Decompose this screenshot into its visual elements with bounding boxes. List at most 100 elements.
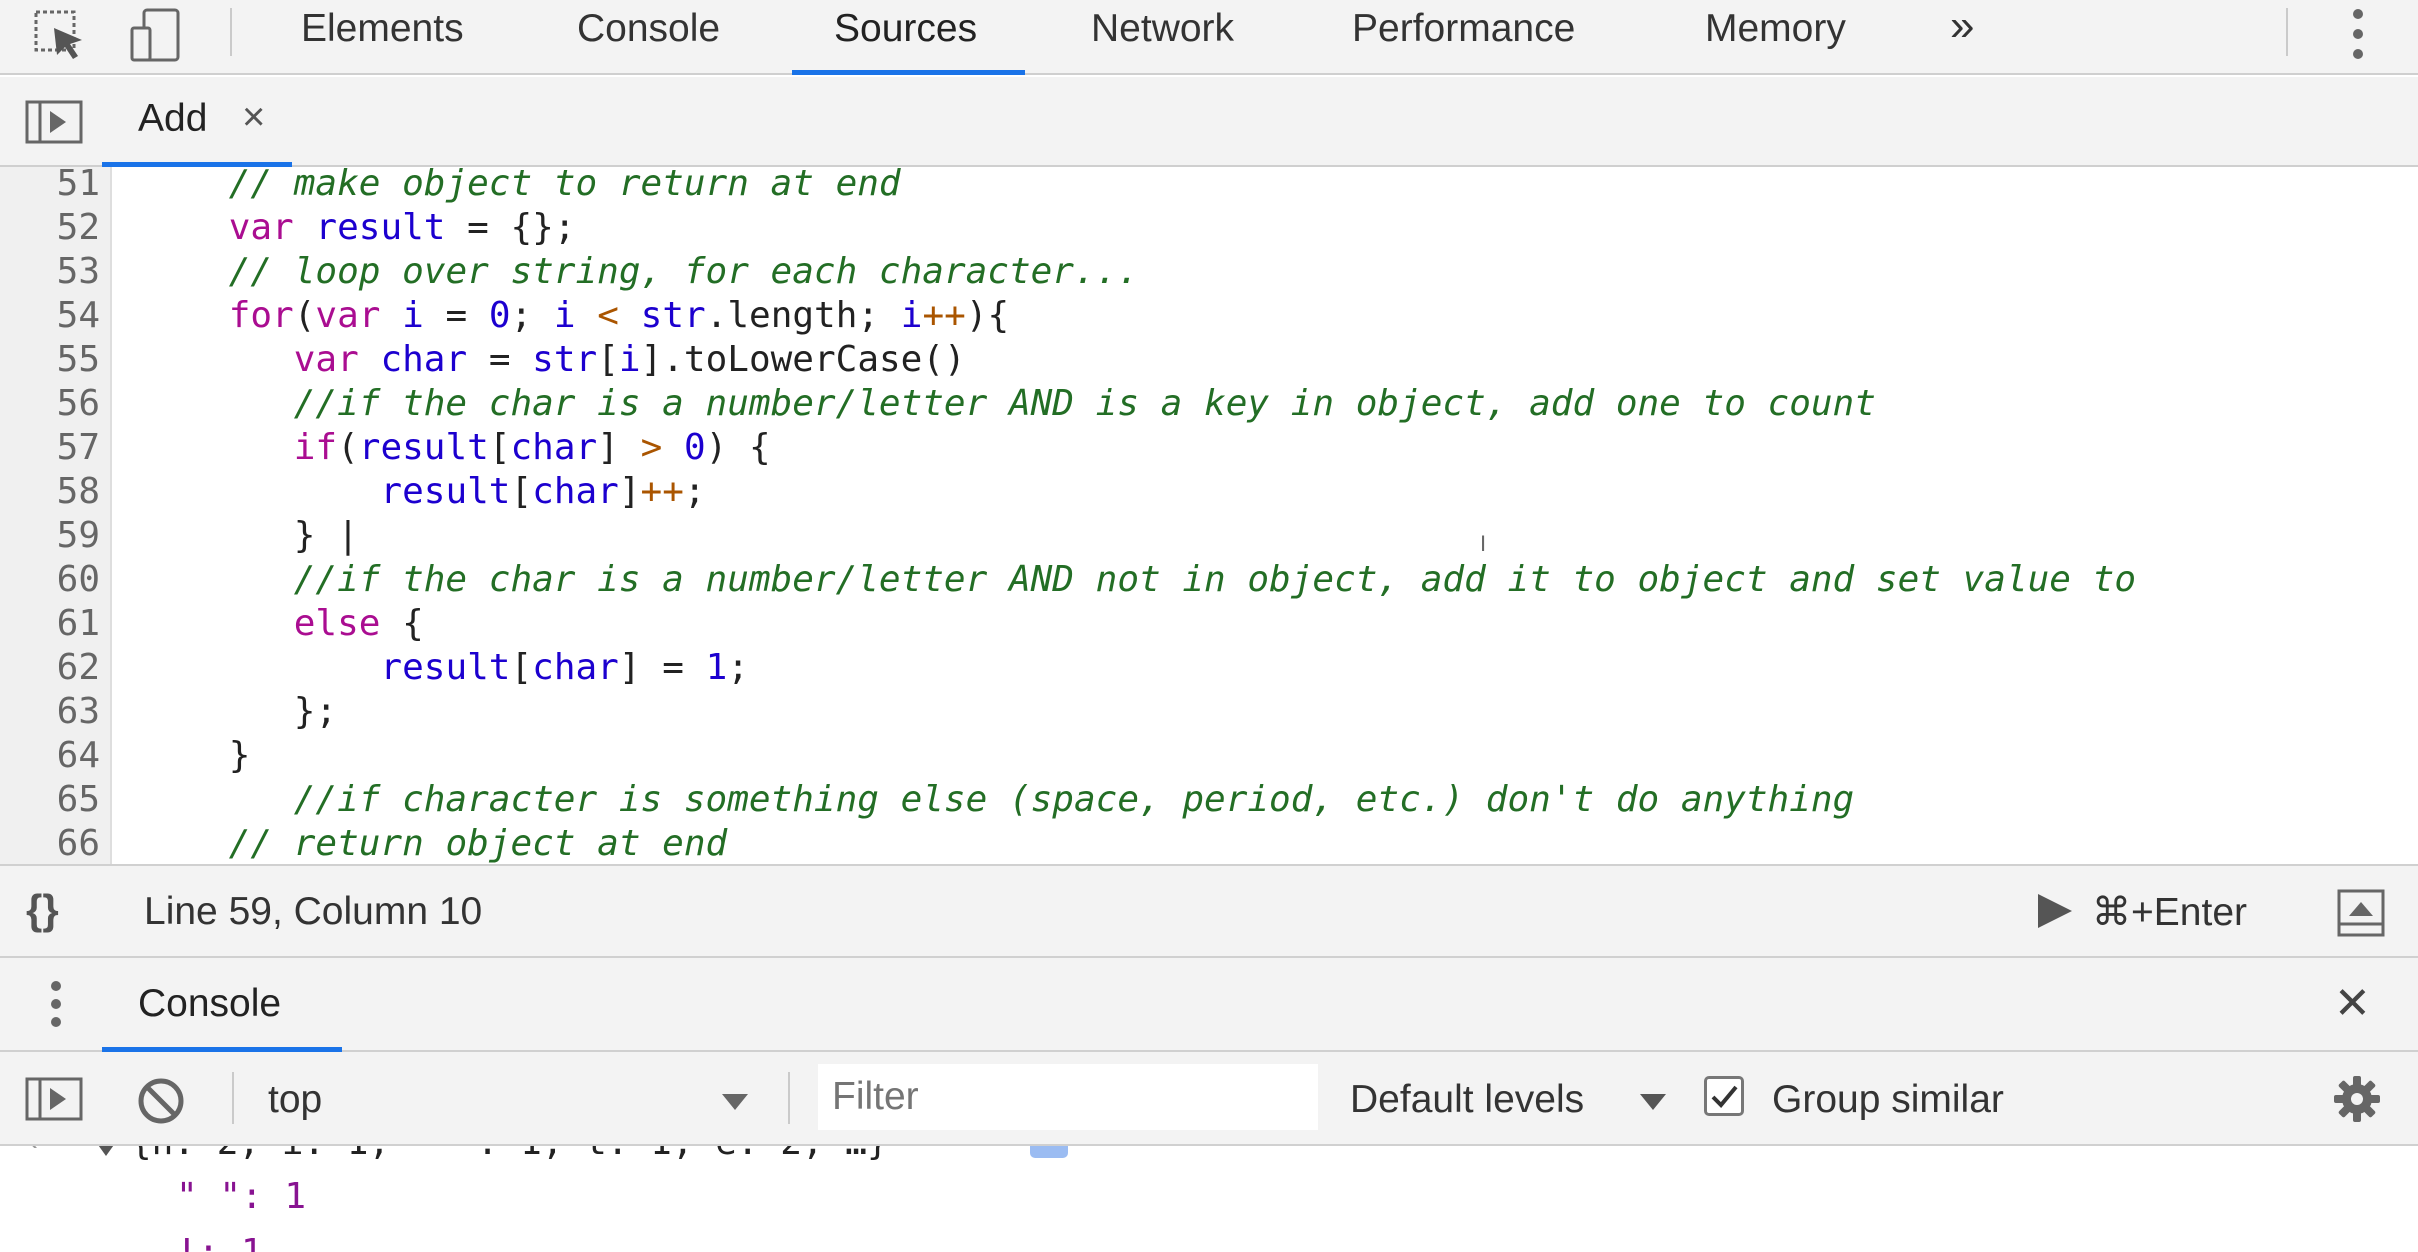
file-tab-label: Add: [138, 97, 208, 140]
object-entry: " ": 1: [176, 1176, 307, 1217]
code-line: result[char] = 1;: [142, 646, 749, 690]
code-token: char: [380, 339, 468, 380]
console-output[interactable]: ‹ {h: 2, i: 1, " ": 1, t: 1, e: 2, …} " …: [0, 1146, 2418, 1252]
code-token: result: [380, 647, 511, 688]
object-entry: !: 1: [176, 1232, 263, 1252]
devtools-main-toolbar: Elements Console Sources Network Perform…: [0, 0, 2418, 75]
code-token: char: [532, 471, 619, 512]
device-toolbar-icon[interactable]: [126, 6, 186, 66]
code-token: ;: [683, 471, 706, 512]
cursor-position-label: Line 59, Column 10: [144, 890, 483, 933]
tab-elements[interactable]: Elements: [301, 0, 464, 75]
code-line: };: [142, 690, 337, 734]
code-token: str: [532, 339, 598, 380]
code-token: // return object at end: [228, 823, 728, 864]
tab-memory[interactable]: Memory: [1705, 0, 1846, 75]
code-token: // loop over string, for each character.…: [228, 251, 1140, 292]
tab-console[interactable]: Console: [577, 0, 720, 75]
group-similar-checkbox[interactable]: [1704, 1076, 1744, 1116]
toggle-drawer-icon[interactable]: [2336, 888, 2386, 938]
code-token: 0: [488, 295, 511, 336]
line-number: 54: [56, 295, 100, 336]
line-number: 52: [56, 207, 100, 248]
context-selector-value: top: [268, 1078, 323, 1121]
code-line: // make object to return at end: [142, 167, 901, 206]
code-token: (: [337, 427, 359, 468]
code-token: result: [380, 471, 511, 512]
run-snippet-icon[interactable]: [2034, 890, 2076, 932]
inspect-element-icon[interactable]: [30, 6, 90, 66]
code-token: <: [597, 295, 619, 336]
object-summary[interactable]: {h: 2, i: 1, " ": 1, t: 1, e: 2, …}: [130, 1146, 889, 1163]
code-token: ) {: [705, 427, 771, 468]
tab-sources[interactable]: Sources: [791, 0, 1026, 75]
code-token: .length;: [705, 295, 901, 336]
group-similar-label: Group similar: [1772, 1078, 2004, 1121]
file-tab-add[interactable]: Add ×: [102, 77, 292, 167]
code-line: if(result[char] > 0) {: [142, 426, 771, 470]
code-token: ++: [922, 295, 966, 336]
tab-performance[interactable]: Performance: [1352, 0, 1575, 75]
line-number: 55: [56, 339, 100, 380]
drawer-tab-console[interactable]: Console: [102, 958, 342, 1052]
line-number: 64: [56, 735, 100, 776]
sources-file-tabbar: Add ×: [0, 77, 2418, 167]
context-selector[interactable]: top: [256, 1066, 762, 1132]
pretty-print-icon[interactable]: {}: [26, 886, 59, 934]
code-line: //if character is something else (space,…: [142, 778, 1855, 822]
code-token: //if the char is a number/letter AND is …: [293, 383, 1876, 424]
code-editor[interactable]: 51 52 53 54 55 56 57 58 59 60 61 62 63 64 65 66 // make…: [0, 167, 2418, 864]
toolbar-divider: [230, 8, 232, 56]
editor-status-bar: {} Line 59, Column 10 ⌘+Enter: [0, 864, 2418, 958]
toggle-navigator-icon[interactable]: [24, 97, 84, 147]
line-number: 65: [56, 779, 100, 820]
code-token: =: [423, 295, 489, 336]
console-filter-input[interactable]: [818, 1064, 1318, 1130]
code-token: char: [510, 427, 598, 468]
customize-menu-icon[interactable]: [2330, 6, 2390, 66]
code-token: ] =: [618, 647, 706, 688]
code-token: [: [488, 427, 511, 468]
code-token: >: [640, 427, 663, 468]
expand-triangle-icon[interactable]: [94, 1146, 118, 1158]
code-token: //if the char is a number/letter AND not…: [293, 559, 2136, 600]
console-settings-gear-icon[interactable]: [2332, 1074, 2382, 1124]
code-token: } |: [142, 515, 359, 556]
code-text-area[interactable]: // make object to return at end var resu…: [142, 167, 2418, 864]
console-sidebar-toggle-icon[interactable]: [24, 1076, 84, 1122]
code-token: 1: [705, 647, 728, 688]
code-token: result: [358, 427, 489, 468]
dropdown-arrow-icon: [720, 1092, 750, 1112]
code-token: else: [293, 603, 381, 644]
tab-network[interactable]: Network: [1091, 0, 1234, 75]
code-line: var result = {};: [142, 206, 576, 250]
console-drawer-header: Console ✕: [0, 958, 2418, 1052]
code-token: {: [380, 603, 424, 644]
close-icon[interactable]: ×: [242, 95, 265, 140]
code-line: }: [142, 734, 251, 778]
line-number: 66: [56, 823, 100, 864]
more-tabs-button[interactable]: »: [1950, 0, 1974, 75]
code-line: // return object at end: [142, 822, 728, 864]
drawer-menu-icon[interactable]: [44, 980, 74, 1030]
result-arrow-icon: ‹: [28, 1146, 38, 1158]
clear-console-icon[interactable]: [136, 1076, 186, 1126]
code-line: //if the char is a number/letter AND not…: [142, 558, 2136, 602]
code-token: ){: [965, 295, 1010, 336]
log-levels-dropdown[interactable]: Default levels: [1350, 1066, 1680, 1132]
code-token: ]: [597, 427, 641, 468]
close-drawer-icon[interactable]: ✕: [2334, 978, 2371, 1029]
code-line: var char = str[i].toLowerCase(): [142, 338, 966, 382]
